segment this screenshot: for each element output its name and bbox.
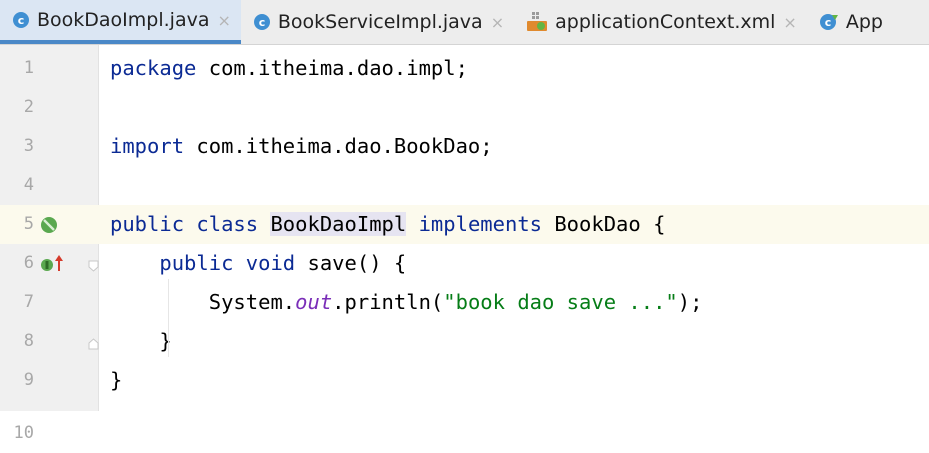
tab-bookdaoimpl[interactable]: c BookDaoImpl.java × xyxy=(0,0,241,44)
code-text: } xyxy=(110,322,172,361)
code-token: com.itheima.dao.BookDao; xyxy=(184,134,493,158)
code-line[interactable]: 5 public class BookDaoImpl implements Boo… xyxy=(0,205,929,244)
line-number: 10 xyxy=(13,423,34,443)
code-text: } xyxy=(110,361,122,400)
svg-text:c: c xyxy=(259,16,266,29)
keyword-token: void xyxy=(245,251,296,275)
code-token: save() { xyxy=(295,251,407,275)
code-token: .println( xyxy=(332,290,444,314)
highlighted-token: BookDaoImpl xyxy=(270,212,407,236)
code-line[interactable]: 10 xyxy=(0,400,929,443)
code-text: public void save() { xyxy=(110,244,406,283)
code-token: com.itheima.dao.impl; xyxy=(196,56,468,80)
keyword-token: public xyxy=(110,212,185,236)
implements-interface-icon[interactable] xyxy=(40,216,58,238)
tab-bookserviceimpl[interactable]: c BookServiceImpl.java × xyxy=(241,0,514,44)
close-icon[interactable]: × xyxy=(217,11,230,30)
code-line[interactable]: 2 xyxy=(0,88,929,127)
code-token: ); xyxy=(677,290,703,314)
tab-label: App xyxy=(845,11,883,33)
code-token: } xyxy=(110,368,123,392)
keyword-token: package xyxy=(110,56,197,80)
line-number: 6 xyxy=(23,253,34,273)
editor-tab-bar: c BookDaoImpl.java × c BookServiceImpl.j… xyxy=(0,0,929,45)
code-line[interactable]: 6 public void save() { xyxy=(0,244,929,283)
keyword-token: class xyxy=(196,212,259,236)
tab-app[interactable]: c App xyxy=(807,0,893,44)
keyword-token: import xyxy=(110,134,185,158)
code-editor[interactable]: 1 package com.itheima.dao.impl; 2 3 import c… xyxy=(0,45,929,443)
line-number: 1 xyxy=(23,58,34,78)
close-icon[interactable]: × xyxy=(491,13,504,32)
code-line[interactable]: 3 import com.itheima.dao.BookDao; xyxy=(0,127,929,166)
line-number: 2 xyxy=(23,97,34,117)
java-class-icon: c xyxy=(253,13,271,31)
tab-label: BookServiceImpl.java xyxy=(277,11,483,33)
svg-text:c: c xyxy=(825,16,832,29)
indent-guide xyxy=(168,279,169,357)
field-token: out xyxy=(295,290,333,314)
java-app-class-icon: c xyxy=(819,13,839,31)
svg-text:c: c xyxy=(18,14,25,27)
line-number: 7 xyxy=(23,292,34,312)
line-number: 3 xyxy=(23,136,34,156)
code-token: } xyxy=(110,329,172,353)
fold-open-icon[interactable] xyxy=(88,257,99,272)
tab-label: applicationContext.xml xyxy=(555,11,776,33)
fold-close-icon[interactable] xyxy=(88,335,99,350)
code-text: public class BookDaoImpl implements Book… xyxy=(110,205,665,244)
code-text: import com.itheima.dao.BookDao; xyxy=(110,127,493,166)
line-number: 8 xyxy=(23,331,34,351)
code-token: System. xyxy=(110,290,296,314)
line-number: 5 xyxy=(23,214,34,234)
line-number: 4 xyxy=(23,175,34,195)
keyword-token: public xyxy=(159,251,234,275)
tab-label: BookDaoImpl.java xyxy=(37,9,210,31)
implements-method-icon[interactable] xyxy=(40,255,68,277)
close-icon[interactable]: × xyxy=(783,13,796,32)
code-text: package com.itheima.dao.impl; xyxy=(110,49,468,88)
xml-spring-icon xyxy=(526,11,548,33)
tab-applicationcontext[interactable]: applicationContext.xml × xyxy=(514,0,807,44)
string-token: "book dao save ..." xyxy=(443,290,678,314)
code-line[interactable]: 8 } xyxy=(0,322,929,361)
java-class-icon: c xyxy=(12,11,30,29)
code-line[interactable]: 1 package com.itheima.dao.impl; xyxy=(0,49,929,88)
code-line[interactable]: 7 System.out.println("book dao save ..."… xyxy=(0,283,929,322)
line-number: 9 xyxy=(23,370,34,390)
code-line[interactable]: 9} xyxy=(0,361,929,400)
keyword-token: implements xyxy=(418,212,542,236)
code-line[interactable]: 4 xyxy=(0,166,929,205)
code-token: BookDao { xyxy=(542,212,666,236)
code-text: System.out.println("book dao save ..."); xyxy=(110,283,703,322)
